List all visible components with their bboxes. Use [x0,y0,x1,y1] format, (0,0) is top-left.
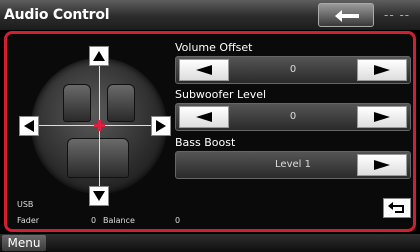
title-bar: Audio Control -- -- [0,0,420,30]
arrow-right-icon [374,112,390,122]
bottom-bar: Menu [0,234,420,252]
seat-rear [67,138,129,178]
bass-boost-next-button[interactable] [357,154,407,176]
volume-offset-control: 0 [175,56,411,84]
arrow-down-icon [93,191,105,201]
header-status: -- -- [384,8,411,22]
volume-offset-label: Volume Offset [175,41,253,54]
arrow-right-icon [374,65,390,75]
subwoofer-level-control: 0 [175,103,411,131]
arrow-right-icon [374,160,390,170]
fader-up-button[interactable] [89,46,109,66]
fader-label: Fader [17,216,40,225]
seat-front-left [63,84,91,122]
page-title: Audio Control [4,7,110,23]
source-label: USB [17,200,34,209]
volume-offset-increase-button[interactable] [357,59,407,81]
seat-front-right [107,84,135,122]
header-back-button[interactable] [318,3,374,27]
fader-value: 0 [91,216,97,225]
balance-value: 0 [175,216,181,225]
subwoofer-level-label: Subwoofer Level [175,88,267,101]
balance-label: Balance [103,216,135,225]
bass-boost-control: Level 1 [175,151,411,179]
subwoofer-level-increase-button[interactable] [357,106,407,128]
arrow-right-icon [156,120,166,132]
return-icon [388,202,404,213]
fader-balance-area[interactable]: USB Fader 0 Balance 0 [15,46,180,225]
balance-right-button[interactable] [151,116,171,136]
bass-boost-label: Bass Boost [175,136,236,149]
balance-left-button[interactable] [19,116,39,136]
fader-down-button[interactable] [89,186,109,206]
return-button[interactable] [383,198,411,218]
arrow-up-icon [93,51,105,61]
position-cursor[interactable] [94,120,105,131]
back-arrow-icon [335,10,359,22]
audio-control-panel: USB Fader 0 Balance 0 Volume Offset 0 Su… [4,31,416,232]
arrow-left-icon [24,120,34,132]
menu-button[interactable]: Menu [2,235,46,251]
